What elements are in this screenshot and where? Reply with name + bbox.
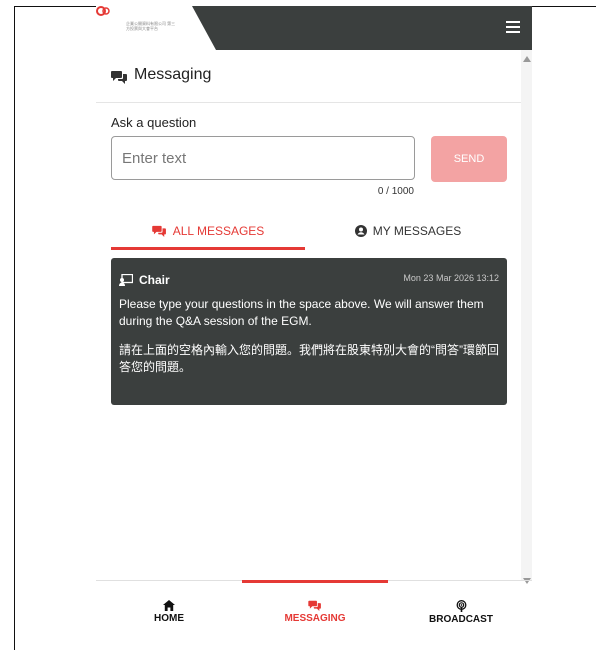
nav-broadcast[interactable]: BROADCAST xyxy=(388,586,532,636)
chalkboard-teacher-icon xyxy=(119,274,133,286)
nav-messaging-label: MESSAGING xyxy=(284,613,346,624)
comments-icon xyxy=(111,71,127,84)
comments-icon xyxy=(308,600,321,611)
nav-broadcast-label: BROADCAST xyxy=(429,614,493,625)
messaging-section-header: Messaging xyxy=(96,50,521,103)
menu-hamburger-icon[interactable] xyxy=(506,18,520,34)
bottom-nav: HOME MESSAGING BROADCAST xyxy=(96,586,532,650)
tab-all-messages-label: ALL MESSAGES xyxy=(172,224,265,238)
comments-icon xyxy=(151,225,166,237)
user-circle-icon xyxy=(354,225,367,237)
message-body-chinese: 請在上面的空格內輸入您的問題。我們將在股東特別大會的“問答”環節回答您的問題。 xyxy=(119,343,499,374)
message-body-english: Please type your questions in the space … xyxy=(119,297,484,328)
nav-home-label: HOME xyxy=(154,613,184,624)
tab-my-messages-label: MY MESSAGES xyxy=(372,224,462,238)
character-counter: 0 / 1000 xyxy=(377,186,414,197)
nav-home[interactable]: HOME xyxy=(96,586,242,636)
app-window: 企業公開資料有限公司 第三方投票與大會平台 Messaging Ask a qu… xyxy=(96,6,532,650)
nav-messaging[interactable]: MESSAGING xyxy=(242,586,388,636)
scroll-down-arrow-icon[interactable] xyxy=(523,578,531,584)
scrollbar[interactable] xyxy=(521,50,532,584)
frame-border-left xyxy=(14,6,15,650)
tab-my-messages[interactable]: MY MESSAGES xyxy=(311,216,505,250)
send-button[interactable]: SEND xyxy=(431,136,507,182)
page-title: Messaging xyxy=(134,66,212,83)
bottom-nav-active-indicator xyxy=(242,580,388,583)
message-card: Chair Mon 23 Mar 2026 13:12 Please type … xyxy=(111,258,507,405)
message-body: Please type your questions in the space … xyxy=(119,296,501,388)
scroll-up-arrow-icon[interactable] xyxy=(523,56,531,62)
home-icon xyxy=(163,600,175,611)
company-logo-icon xyxy=(96,6,110,16)
message-author: Chair xyxy=(139,273,170,287)
ask-question-label: Ask a question xyxy=(111,115,197,130)
company-logo-text: 企業公開資料有限公司 第三方投票與大會平台 xyxy=(126,21,176,31)
message-timestamp: Mon 23 Mar 2026 13:12 xyxy=(403,273,499,283)
podcast-icon xyxy=(456,600,466,612)
tab-all-messages[interactable]: ALL MESSAGES xyxy=(111,216,305,250)
message-tabs: ALL MESSAGES MY MESSAGES xyxy=(111,216,507,250)
app-header: 企業公開資料有限公司 第三方投票與大會平台 xyxy=(96,6,532,50)
logo-panel: 企業公開資料有限公司 第三方投票與大會平台 xyxy=(96,6,216,50)
question-input[interactable] xyxy=(111,136,415,180)
